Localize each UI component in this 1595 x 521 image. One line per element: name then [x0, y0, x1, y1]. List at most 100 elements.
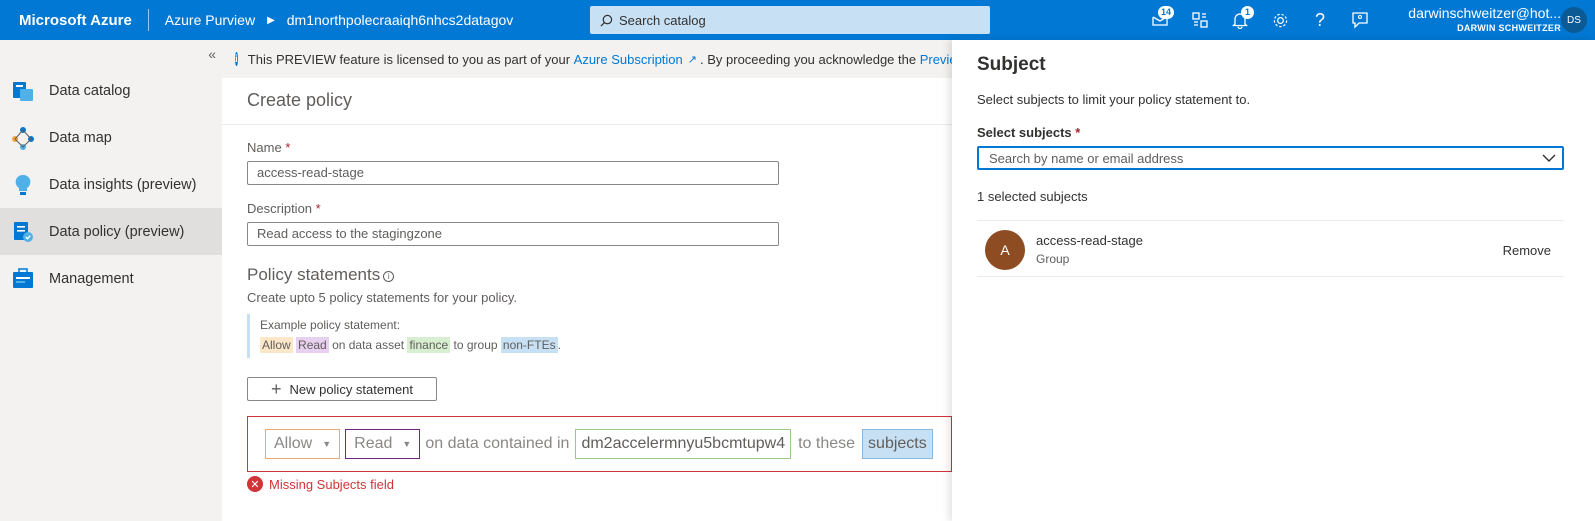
info-text-start: This PREVIEW feature is licensed to you … — [247, 51, 574, 67]
data-map-icon — [10, 125, 36, 151]
user-account-button[interactable]: darwinschweitzer@hot... DARWIN SCHWEITZE… — [1408, 5, 1561, 33]
notifications-button[interactable]: 1 — [1220, 0, 1260, 40]
sidebar: « Data catalog Data map Data insights (p… — [0, 40, 222, 521]
plus-icon: + — [270, 379, 282, 399]
example-allow-chip: Allow — [260, 337, 293, 353]
sidebar-item-label: Data map — [49, 129, 112, 146]
error-text: Missing Subjects field — [269, 476, 394, 492]
data-policy-icon — [10, 219, 36, 245]
action-value: Read — [354, 435, 393, 452]
section-title-text: Policy statements — [247, 265, 381, 284]
directory-filter-icon — [1192, 12, 1208, 28]
brand-label[interactable]: Microsoft Azure — [0, 12, 132, 29]
subject-search-input[interactable]: Search by name or email address — [977, 146, 1564, 170]
search-catalog-input[interactable]: Search catalog — [590, 6, 990, 34]
data-insights-icon — [10, 172, 36, 198]
missing-subjects-error: ✕ Missing Subjects field — [247, 476, 394, 492]
notifications-badge: 1 — [1241, 6, 1254, 19]
info-circle-icon[interactable]: i — [383, 271, 395, 282]
help-button[interactable]: ? — [1300, 0, 1340, 40]
management-icon — [10, 266, 36, 292]
description-label: Description * — [247, 201, 321, 216]
user-avatar[interactable]: DS — [1561, 7, 1587, 33]
description-label-text: Description — [247, 201, 313, 216]
sidebar-item-data-policy[interactable]: Data policy (preview) — [0, 208, 222, 255]
settings-button[interactable] — [1260, 0, 1300, 40]
name-label: Name * — [247, 140, 290, 155]
selected-subjects-count: 1 selected subjects — [977, 189, 1088, 204]
select-subjects-label-text: Select subjects — [977, 125, 1072, 140]
page-title: Create policy — [247, 90, 353, 110]
main-content: i This PREVIEW feature is licensed to yo… — [222, 40, 952, 521]
info-text-end: . By proceeding you acknowledge the — [700, 51, 920, 67]
action-dropdown[interactable]: Read ▼ — [345, 429, 421, 459]
avatar: A — [985, 230, 1025, 270]
example-title: Example policy statement: — [260, 318, 401, 332]
data-asset-chip[interactable]: dm2accelermnyu5bcmtupw4 — [575, 429, 792, 459]
statement-text: to these — [798, 435, 856, 452]
subject-search-placeholder: Search by name or email address — [989, 150, 1184, 166]
collapse-sidebar-icon[interactable]: « — [208, 46, 216, 62]
error-icon: ✕ — [247, 476, 263, 492]
sidebar-item-data-catalog[interactable]: Data catalog — [0, 67, 222, 114]
data-catalog-icon — [10, 78, 36, 104]
external-link-icon: ↗ — [687, 53, 697, 66]
account-name[interactable]: dm1northpolecraaiqh6nhcs2datagov — [287, 12, 514, 28]
feedback-chat-button[interactable] — [1340, 0, 1380, 40]
user-name: DARWIN SCHWEITZER — [1457, 23, 1561, 33]
panel-description: Select subjects to limit your policy sta… — [977, 92, 1251, 107]
user-email: darwinschweitzer@hot... — [1408, 5, 1561, 21]
search-icon — [600, 14, 613, 26]
caret-down-icon: ▼ — [322, 439, 332, 449]
example-text: to group — [453, 338, 498, 352]
example-policy-statement: Example policy statement: Allow Read on … — [247, 314, 561, 358]
required-mark: * — [1075, 125, 1081, 140]
statement-text: on data contained in — [425, 435, 570, 452]
policy-statements-title: Policy statements i — [247, 265, 395, 285]
top-bar: Microsoft Azure Azure Purview ▶ dm1north… — [0, 0, 1595, 40]
example-period: . — [557, 338, 561, 352]
example-finance-chip: finance — [407, 337, 451, 353]
sidebar-item-label: Data insights (preview) — [49, 176, 197, 193]
new-policy-statement-label: New policy statement — [289, 381, 414, 397]
select-subjects-label: Select subjects * — [977, 125, 1080, 140]
breadcrumb-arrow-icon: ▶ — [267, 14, 275, 26]
help-icon: ? — [1314, 9, 1325, 30]
sidebar-item-data-insights[interactable]: Data insights (preview) — [0, 161, 222, 208]
subject-type: Group — [1036, 252, 1070, 266]
panel-title: Subject — [977, 54, 1046, 75]
info-icon: i — [235, 52, 238, 66]
directory-button[interactable] — [1180, 0, 1220, 40]
effect-dropdown[interactable]: Allow ▼ — [265, 429, 341, 459]
sidebar-item-data-map[interactable]: Data map — [0, 114, 222, 161]
sidebar-item-label: Data policy (preview) — [49, 223, 185, 240]
name-label-text: Name — [247, 140, 282, 155]
name-input[interactable]: access-read-stage — [247, 161, 779, 185]
subject-name: access-read-stage — [1036, 233, 1143, 248]
policy-statement-row: Allow ▼ Read ▼ on data contained in dm2a… — [247, 416, 952, 472]
description-input[interactable]: Read access to the stagingzone — [247, 222, 779, 246]
example-text: on data asset — [332, 338, 405, 352]
required-mark: * — [315, 201, 321, 216]
feedback-badge: 14 — [1157, 6, 1174, 19]
subjects-chip[interactable]: subjects — [862, 429, 933, 459]
preview-terms-link[interactable]: Previe — [920, 52, 952, 67]
title-divider — [222, 124, 952, 125]
example-group-chip: non-FTEs — [500, 337, 558, 353]
feedback-button[interactable]: 14 — [1140, 0, 1180, 40]
new-policy-statement-button[interactable]: + New policy statement — [247, 377, 437, 401]
app-name[interactable]: Azure Purview — [165, 12, 255, 28]
sidebar-item-label: Data catalog — [49, 82, 131, 99]
list-item: A access-read-stage Group Remove — [977, 221, 1564, 276]
remove-subject-button[interactable]: Remove — [1503, 243, 1551, 258]
sidebar-item-label: Management — [49, 270, 134, 287]
gear-icon — [1273, 13, 1287, 27]
example-body: Allow Read on data asset finance to grou… — [260, 337, 561, 353]
list-divider — [977, 276, 1564, 277]
topbar-separator — [147, 9, 149, 31]
example-read-chip: Read — [296, 337, 329, 353]
sidebar-item-management[interactable]: Management — [0, 255, 222, 302]
required-mark: * — [285, 140, 291, 155]
search-placeholder: Search catalog — [619, 12, 706, 28]
azure-subscription-link[interactable]: Azure Subscription — [574, 52, 683, 67]
